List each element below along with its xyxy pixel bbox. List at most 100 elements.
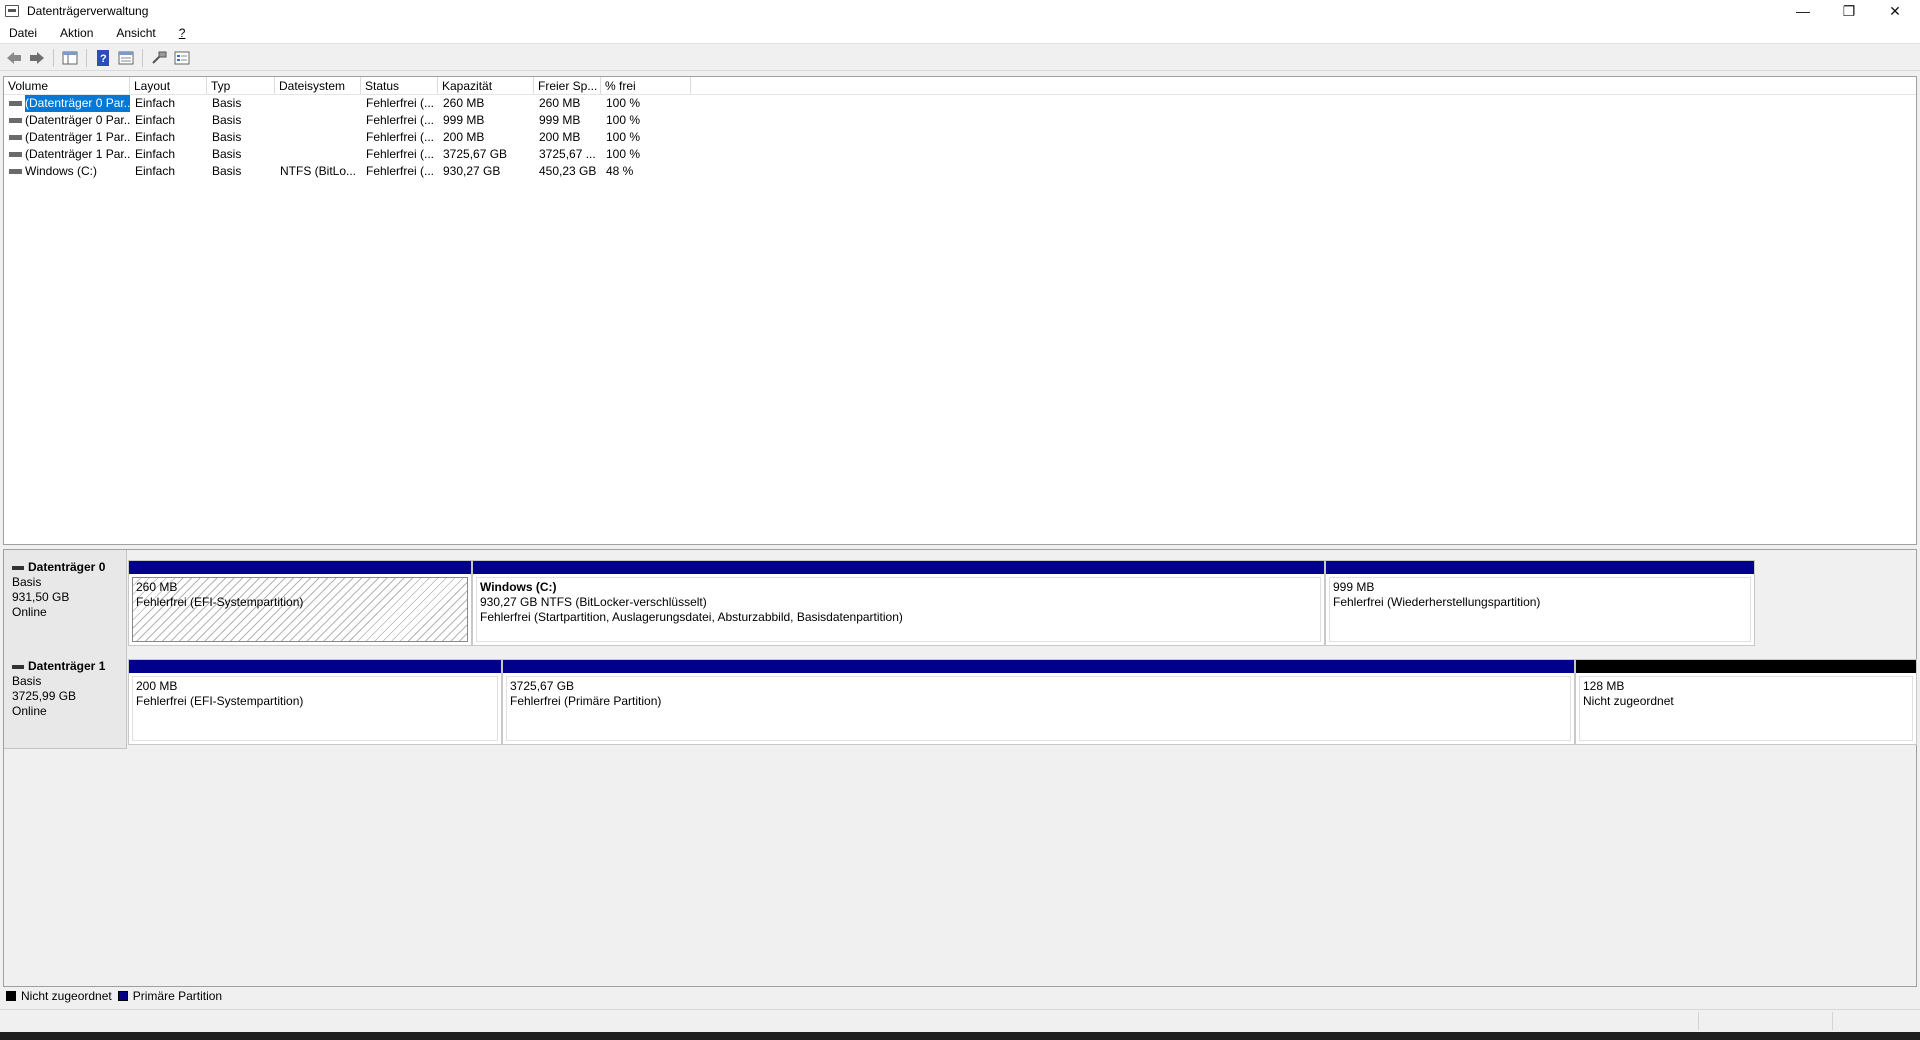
volume-cell: (Datenträger 0 Par... (4, 95, 130, 112)
status-cell: Fehlerfrei (... (366, 147, 435, 161)
menu-help[interactable]: ? (170, 26, 194, 40)
prozent-frei-cell: 100 % (606, 147, 641, 161)
partition-size: 3725,67 GB (510, 679, 575, 693)
partition-efi[interactable]: 200 MB Fehlerfrei (EFI-Systempartition) (128, 659, 502, 745)
partition-status: Fehlerfrei (EFI-Systempartition) (136, 694, 304, 708)
taskbar-edge (0, 1032, 1920, 1040)
table-row[interactable]: (Datenträger 1 Par... Einfach Basis Fehl… (4, 146, 1916, 163)
legend-label: Nicht zugeordnet (21, 989, 112, 1003)
dateisystem-cell (275, 112, 361, 129)
dateisystem-cell (275, 129, 361, 146)
status-cell: Fehlerfrei (... (366, 113, 435, 127)
table-row[interactable]: (Datenträger 0 Par... Einfach Basis Fehl… (4, 95, 1916, 112)
partition-type-bar (1576, 660, 1916, 673)
partition-status: Fehlerfrei (Wiederherstellungspartition) (1333, 595, 1541, 609)
kapazitaet-cell: 260 MB (443, 96, 485, 110)
column-header-status[interactable]: Status (361, 77, 438, 94)
volume-name: (Datenträger 1 Par... (25, 130, 130, 144)
table-row[interactable]: (Datenträger 0 Par... Einfach Basis Fehl… (4, 112, 1916, 129)
freier-speicher-cell: 260 MB (539, 96, 581, 110)
partition-status: Fehlerfrei (EFI-Systempartition) (136, 595, 304, 609)
typ-cell: Basis (212, 113, 242, 127)
disk-state: Online (12, 605, 47, 619)
column-header-volume[interactable]: Volume (4, 77, 130, 94)
partition-primary[interactable]: 3725,67 GB Fehlerfrei (Primäre Partition… (502, 659, 1575, 745)
forward-icon[interactable] (27, 48, 47, 68)
status-bar (0, 1009, 1920, 1031)
legend-swatch (117, 991, 128, 1001)
partition-size: 128 MB (1583, 679, 1625, 693)
volume-list[interactable]: Volume Layout Typ Dateisystem Status Kap… (3, 76, 1917, 545)
layout-cell: Einfach (135, 147, 176, 161)
window-title: Datenträgerverwaltung (27, 4, 149, 18)
partition-label: Windows (C:) (480, 580, 557, 594)
disk-row-1: Datenträger 1 Basis 3725,99 GB Online 20… (4, 649, 1918, 749)
partition-status: Fehlerfrei (Primäre Partition) (510, 694, 662, 708)
disk-label-0[interactable]: Datenträger 0 Basis 931,50 GB Online (4, 550, 127, 650)
kapazitaet-cell: 999 MB (443, 113, 485, 127)
partition-efi[interactable]: 260 MB Fehlerfrei (EFI-Systempartition) (128, 560, 472, 646)
status-cell: Fehlerfrei (... (366, 130, 435, 144)
properties-icon[interactable] (116, 48, 136, 68)
kapazitaet-cell: 3725,67 GB (443, 147, 508, 161)
disk-label-1[interactable]: Datenträger 1 Basis 3725,99 GB Online (4, 649, 127, 749)
partition-body: 999 MB Fehlerfrei (Wiederherstellungspar… (1329, 577, 1751, 642)
volume-cell: (Datenträger 0 Par... (4, 112, 130, 129)
rescan-icon[interactable] (149, 48, 169, 68)
restore-button[interactable]: ❐ (1826, 0, 1872, 22)
toolbar-separator (86, 48, 87, 67)
help-icon[interactable]: ? (93, 48, 113, 68)
menu-aktion[interactable]: Aktion (51, 26, 101, 40)
freier-speicher-cell: 3725,67 ... (539, 147, 596, 161)
table-row[interactable]: Windows (C:) Einfach Basis NTFS (BitLo..… (4, 163, 1916, 180)
minimize-button[interactable]: — (1780, 0, 1826, 22)
partition-body: 260 MB Fehlerfrei (EFI-Systempartition) (132, 577, 468, 642)
partition-unallocated[interactable]: 128 MB Nicht zugeordnet (1575, 659, 1917, 745)
table-row[interactable]: (Datenträger 1 Par... Einfach Basis Fehl… (4, 129, 1916, 146)
column-header-typ[interactable]: Typ (207, 77, 275, 94)
partition-status: Fehlerfrei (Startpartition, Auslagerungs… (480, 610, 903, 624)
partition-type-bar (129, 660, 501, 673)
column-header-prozent-frei[interactable]: % frei (601, 77, 691, 94)
disk-state: Online (12, 704, 47, 718)
column-header-freier-speicher[interactable]: Freier Sp... (534, 77, 601, 94)
menu-ansicht[interactable]: Ansicht (107, 26, 163, 40)
status-bar-segment (1698, 1012, 1832, 1030)
disk-management-app-icon (5, 5, 19, 17)
disk-icon (12, 664, 24, 669)
legend-swatch (6, 991, 16, 1001)
partition-size: 930,27 GB NTFS (BitLocker-verschlüsselt) (480, 595, 707, 609)
back-icon[interactable] (4, 48, 24, 68)
partition-windows-c[interactable]: Windows (C:) 930,27 GB NTFS (BitLocker-v… (472, 560, 1325, 646)
toolbar-separator (142, 48, 143, 67)
status-cell: Fehlerfrei (... (366, 96, 435, 110)
volume-icon (9, 169, 22, 174)
column-header-layout[interactable]: Layout (130, 77, 207, 94)
partition-type-bar (1326, 561, 1754, 574)
kapazitaet-cell: 200 MB (443, 130, 485, 144)
freier-speicher-cell: 200 MB (539, 130, 581, 144)
close-button[interactable]: ✕ (1872, 0, 1918, 22)
prozent-frei-cell: 100 % (606, 113, 641, 127)
volume-icon (9, 135, 22, 140)
legend-item-unallocated: Nicht zugeordnet (6, 989, 112, 1003)
prozent-frei-cell: 100 % (606, 130, 641, 144)
disk-view: Datenträger 0 Basis 931,50 GB Online 260… (3, 549, 1917, 987)
volume-name: (Datenträger 0 Par... (25, 113, 130, 127)
legend-label: Primäre Partition (132, 989, 223, 1003)
layout-cell: Einfach (135, 113, 176, 127)
column-header-dateisystem[interactable]: Dateisystem (275, 77, 361, 94)
column-header-kapazitaet[interactable]: Kapazität (438, 77, 534, 94)
partition-body: 128 MB Nicht zugeordnet (1579, 676, 1913, 741)
freier-speicher-cell: 450,23 GB (539, 164, 597, 178)
disk-row-0: Datenträger 0 Basis 931,50 GB Online 260… (4, 550, 1918, 650)
disk-name: Datenträger 1 (28, 659, 106, 673)
menu-datei[interactable]: Datei (0, 26, 45, 40)
partition-recovery[interactable]: 999 MB Fehlerfrei (Wiederherstellungspar… (1325, 560, 1755, 646)
partition-type-bar (503, 660, 1574, 673)
console-tree-icon[interactable] (60, 48, 80, 68)
layout-cell: Einfach (135, 96, 176, 110)
volume-name: Windows (C:) (25, 164, 98, 178)
volume-icon (9, 101, 22, 106)
list-view-icon[interactable] (172, 48, 192, 68)
